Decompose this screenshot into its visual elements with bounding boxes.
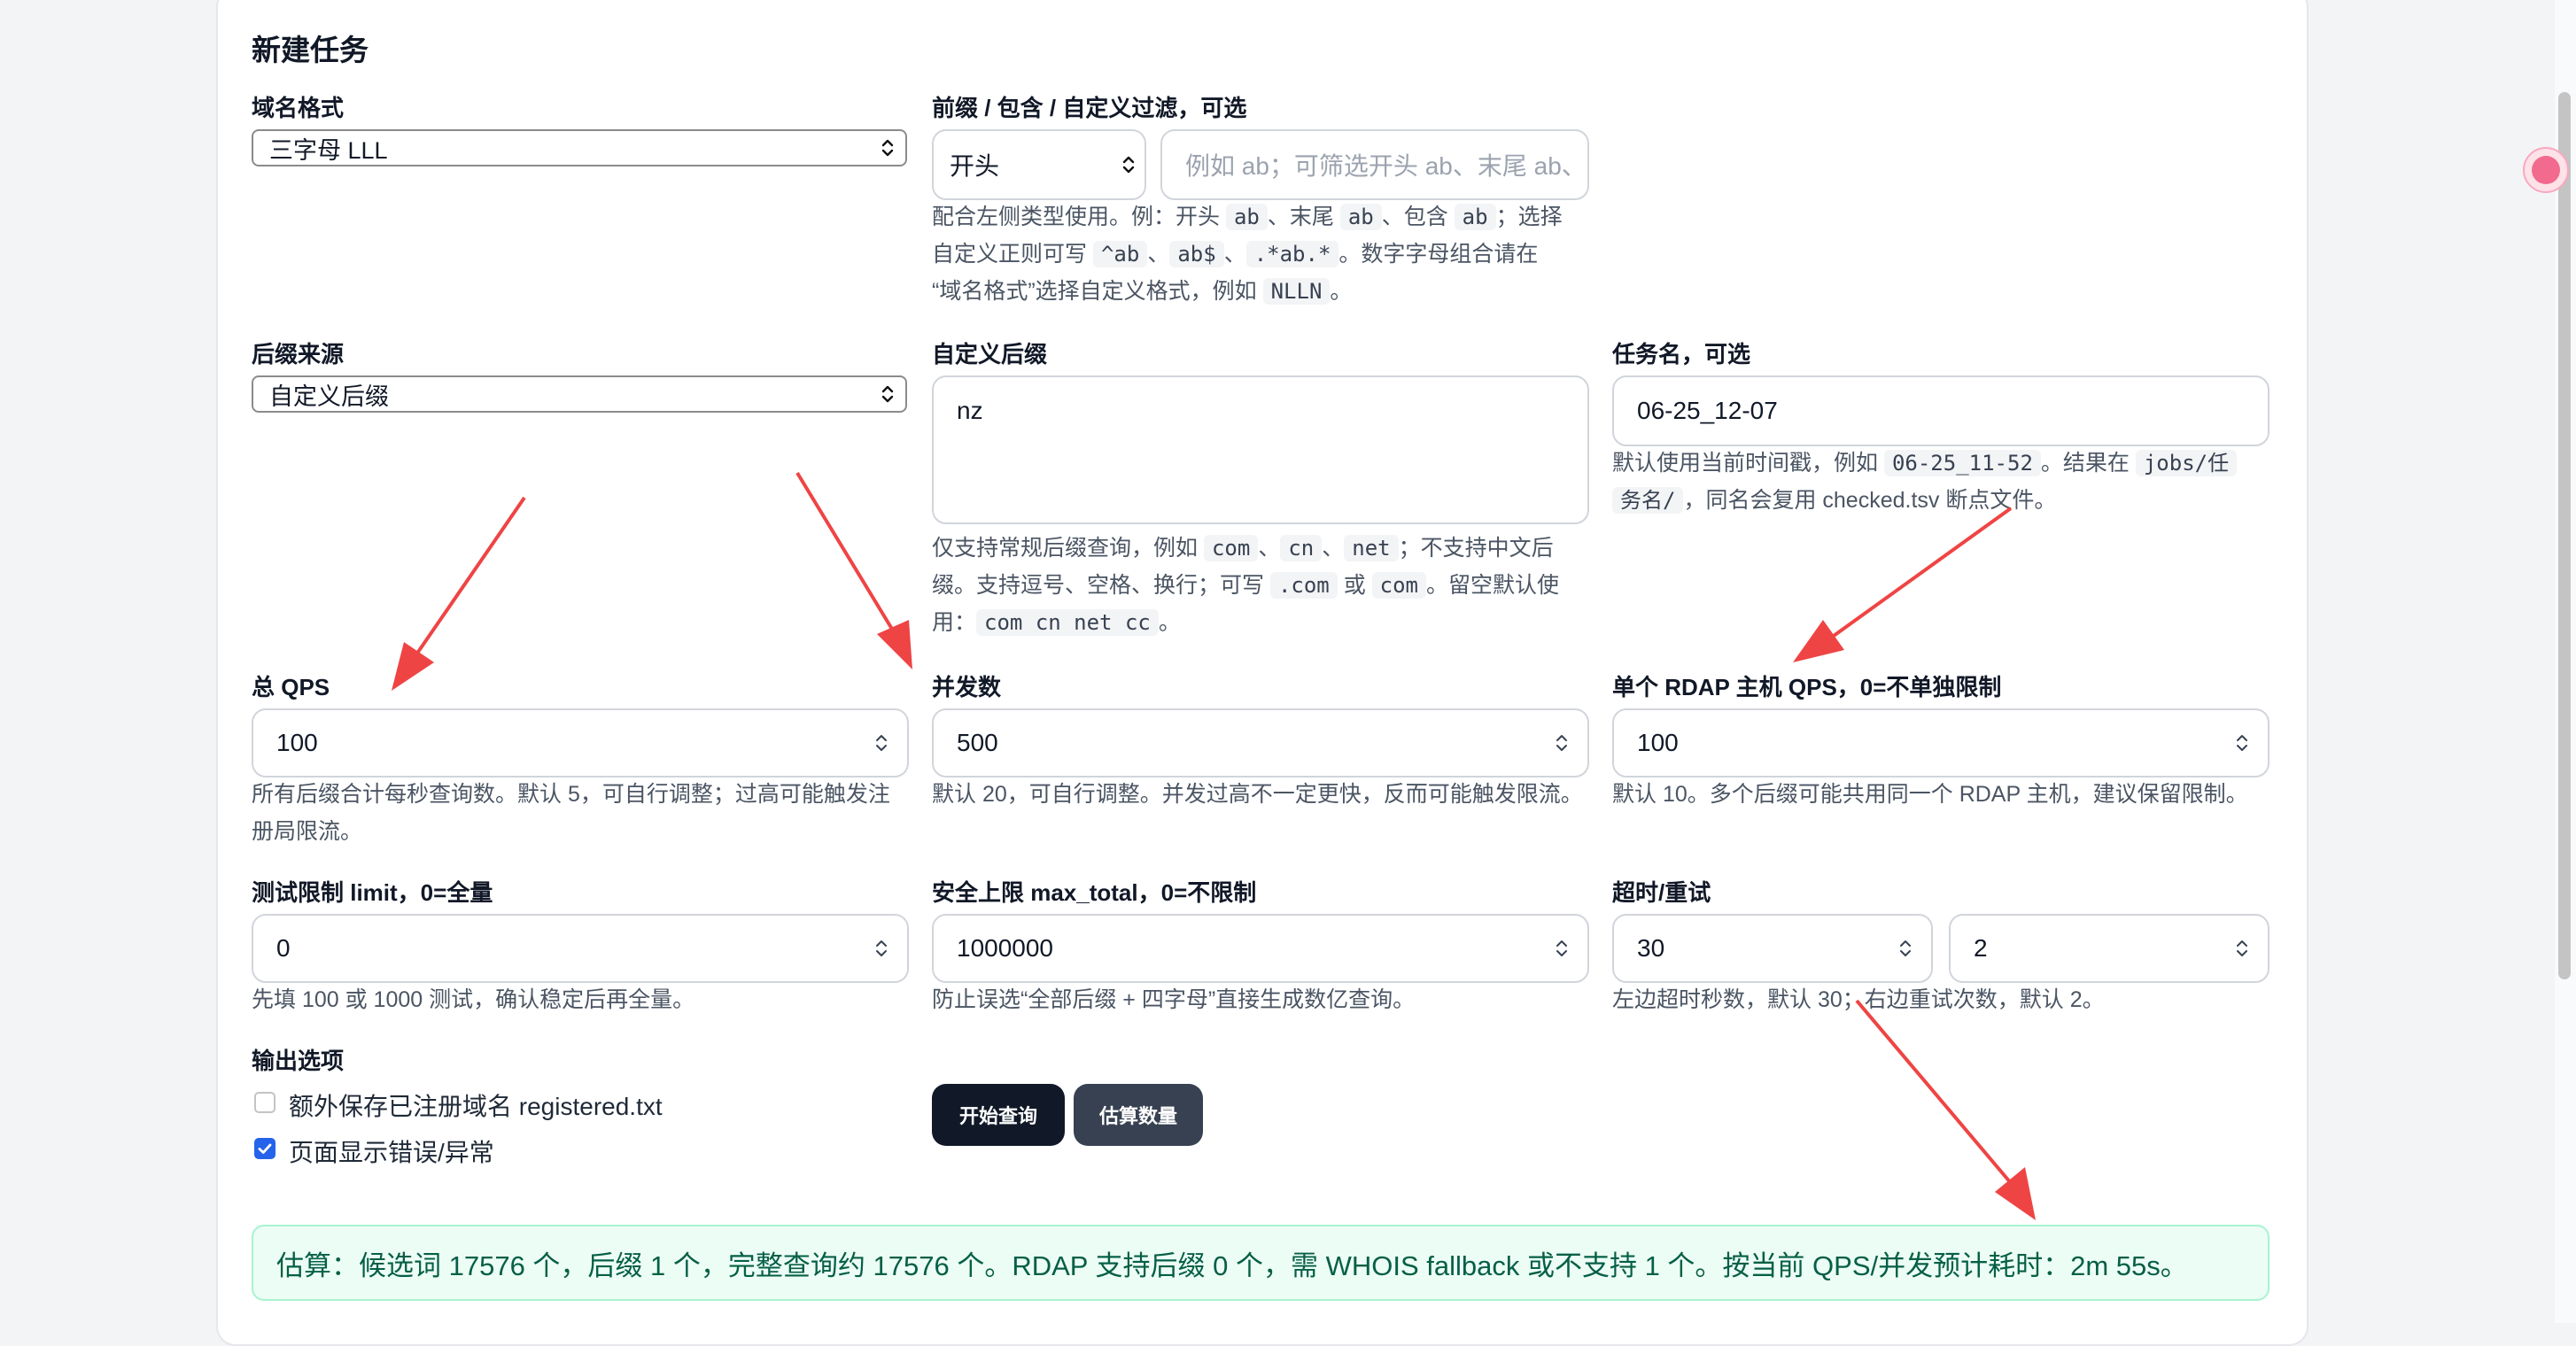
arrow-to-total-qps (392, 496, 526, 691)
floating-assistant-icon[interactable] (2523, 147, 2569, 193)
arrow-to-concurrency (795, 471, 912, 669)
annotation-arrows (392, 471, 2036, 1220)
arrow-to-estimate (1855, 999, 2036, 1220)
arrow-to-host-qps (1793, 507, 2013, 662)
scrollbar-thumb[interactable] (2558, 92, 2571, 979)
